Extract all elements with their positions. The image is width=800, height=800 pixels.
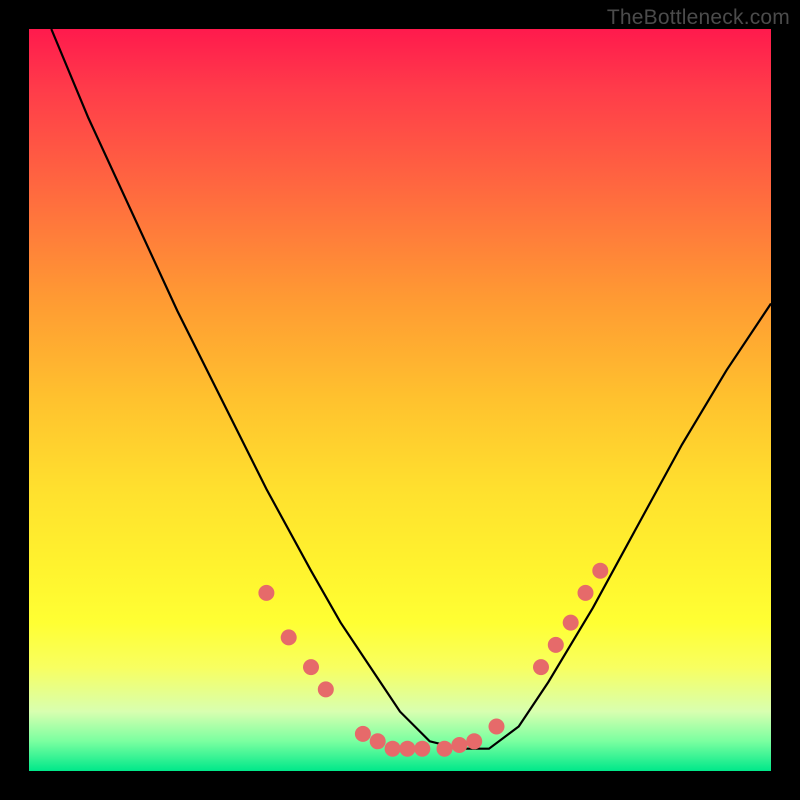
highlight-dot: [578, 585, 594, 601]
highlight-dots: [258, 563, 608, 757]
highlight-dot: [370, 733, 386, 749]
highlight-dot: [281, 629, 297, 645]
highlight-dot: [414, 741, 430, 757]
highlight-dot: [466, 733, 482, 749]
chart-svg: [29, 29, 771, 771]
highlight-dot: [437, 741, 453, 757]
highlight-dot: [489, 719, 505, 735]
highlight-dot: [563, 615, 579, 631]
highlight-dot: [303, 659, 319, 675]
highlight-dot: [318, 681, 334, 697]
highlight-dot: [355, 726, 371, 742]
highlight-dot: [592, 563, 608, 579]
watermark-text: TheBottleneck.com: [607, 6, 790, 30]
highlight-dot: [385, 741, 401, 757]
chart-plot-area: [29, 29, 771, 771]
bottleneck-curve: [51, 29, 771, 749]
highlight-dot: [399, 741, 415, 757]
highlight-dot: [258, 585, 274, 601]
highlight-dot: [548, 637, 564, 653]
highlight-dot: [533, 659, 549, 675]
highlight-dot: [451, 737, 467, 753]
